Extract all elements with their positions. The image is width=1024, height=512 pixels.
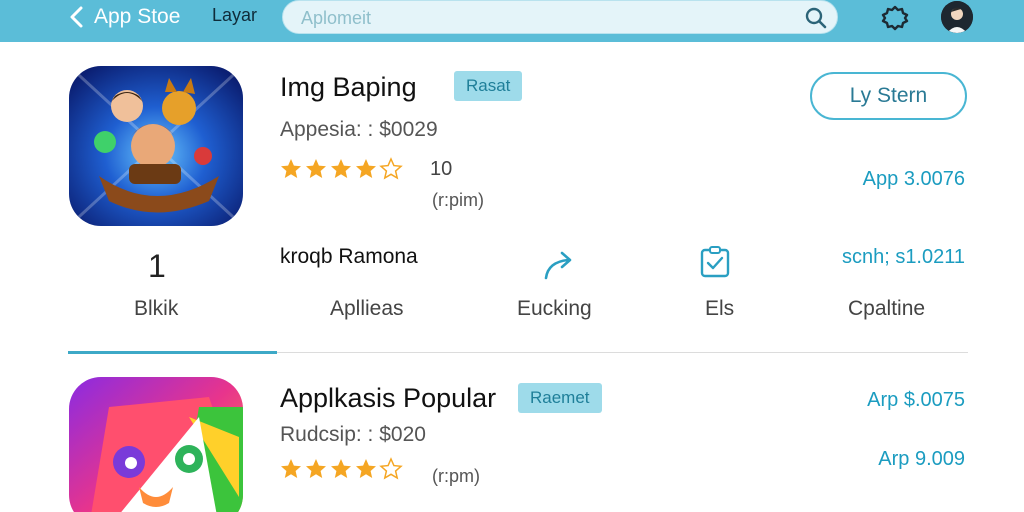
star-filled-icon — [331, 459, 351, 478]
star-empty-icon — [379, 157, 403, 180]
stat-label-apllieas[interactable]: Apllieas — [330, 297, 404, 321]
star-filled-icon — [356, 459, 376, 478]
star-filled-icon — [306, 459, 326, 478]
featured-price-link[interactable]: App 3.0076 — [800, 168, 965, 191]
popular-price-line: Rudcsip: : $020 — [280, 423, 426, 446]
star-filled-icon — [281, 159, 301, 178]
featured-app-title[interactable]: Img Baping — [280, 72, 417, 103]
chevron-left-icon — [70, 6, 83, 28]
stat-label-blkik: Blkik — [134, 297, 179, 320]
featured-rating-stars — [279, 157, 403, 185]
search-input[interactable] — [301, 6, 781, 30]
popular-app-icon[interactable] — [69, 377, 243, 512]
stats-heading: kroqb Ramona — [280, 245, 418, 268]
stats-price-link[interactable]: scnh; s1.0211 — [800, 246, 965, 269]
search-icon[interactable] — [803, 5, 829, 31]
featured-price-line: Appesia: : $0029 — [280, 118, 438, 141]
stat-label-eucking[interactable]: Eucking — [517, 297, 592, 321]
featured-review-count: 10 — [430, 158, 453, 180]
stat-label-cpaltine[interactable]: Cpaltine — [848, 297, 925, 321]
stat-value: 1 — [148, 248, 166, 284]
star-filled-icon — [331, 159, 351, 178]
star-empty-icon — [379, 457, 403, 480]
featured-badge: Rasat — [454, 71, 523, 101]
clipboard-check-icon[interactable] — [698, 244, 734, 280]
popular-sub-label: (r:pm) — [432, 466, 480, 486]
avatar[interactable] — [941, 1, 973, 33]
back-button[interactable]: App Stoe — [66, 2, 180, 32]
featured-sub-label: (r:pim) — [432, 190, 484, 210]
featured-action-button[interactable]: Ly Stern — [810, 72, 967, 120]
star-filled-icon — [356, 159, 376, 178]
stat-label-els[interactable]: Els — [705, 297, 734, 321]
tab-layar[interactable]: Layar — [212, 5, 257, 26]
featured-app-icon[interactable] — [69, 66, 243, 226]
back-label: App Stoe — [94, 5, 181, 28]
gear-icon[interactable] — [880, 3, 910, 33]
popular-rating-stars — [279, 457, 403, 485]
active-tab-indicator — [68, 351, 277, 354]
game-characters-icon — [69, 66, 243, 226]
popular-price-link-2[interactable]: Arp 9.009 — [800, 448, 965, 471]
star-filled-icon — [306, 159, 326, 178]
user-avatar-icon — [941, 1, 973, 33]
top-bar: App Stoe Layar — [0, 0, 1024, 42]
popular-badge: Raemet — [518, 383, 602, 413]
search-bar — [282, 0, 838, 34]
popular-price-link-1[interactable]: Arp $.0075 — [800, 389, 965, 412]
colorful-monster-icon — [69, 377, 243, 512]
popular-app-title[interactable]: Applkasis Popular — [280, 383, 496, 414]
share-arrow-icon[interactable] — [540, 248, 576, 284]
star-filled-icon — [281, 459, 301, 478]
